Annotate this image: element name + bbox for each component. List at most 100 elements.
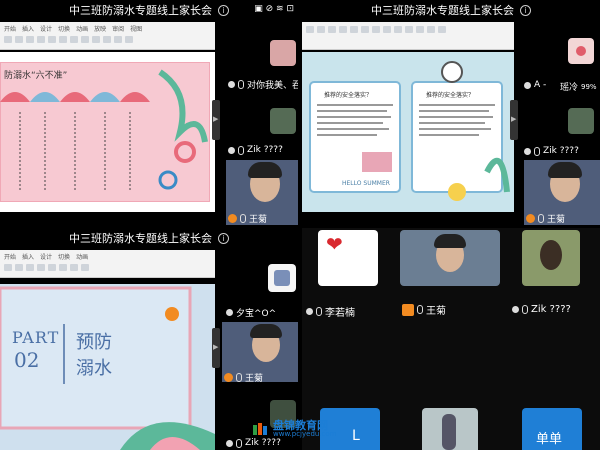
info-icon[interactable]: i [218,232,229,244]
tool-icon[interactable] [438,26,446,33]
participant-tile-blue[interactable]: 单单 [522,408,582,450]
person-icon [526,214,535,223]
participant-name: Zik ???? [531,304,571,315]
tool-icon[interactable] [15,264,23,271]
tool-icon[interactable] [103,36,111,43]
side-panel-toggle[interactable] [212,100,220,140]
participant-avatar [568,38,594,64]
participant-name: Zik ???? [543,146,579,156]
tool-icon[interactable] [70,36,78,43]
participant-name-tag: Zik ???? [226,438,281,448]
site-watermark: 盘锦教育网 www.pcjyedu.com [252,420,337,438]
tool-icon[interactable] [59,36,67,43]
info-icon[interactable]: i [520,4,531,16]
participant-name: 王菊 [426,306,446,317]
participant-name: 王菊 [547,215,566,225]
menu-item[interactable]: 设计 [40,252,52,261]
tool-icon[interactable] [394,26,402,33]
heart-icon: ❤ [326,232,343,256]
participant-name-tag: 王菊 [402,302,446,317]
tool-icon[interactable] [70,264,78,271]
video-name-tag: 王菊 [228,212,267,225]
tool-icon[interactable] [427,26,435,33]
menu-item[interactable]: 动画 [76,252,88,261]
person-icon [524,147,531,155]
tool-icon[interactable] [361,26,369,33]
tool-icon[interactable] [372,26,380,33]
tool-icon[interactable] [328,26,336,33]
menu-item[interactable]: 设计 [40,24,52,33]
mic-icon [236,438,242,448]
participant-name-tag: 夕宝^O^ [226,306,276,319]
tool-icon[interactable] [15,36,23,43]
wps-tool-row [0,35,215,44]
tool-icon[interactable] [416,26,424,33]
menu-item[interactable]: 视图 [130,24,142,33]
participant-name: A - [534,80,547,90]
tool-icon[interactable] [4,264,12,271]
person-icon [512,306,519,313]
tool-icon[interactable] [339,26,347,33]
participant-name: 对你我美、吞回礼貌 [247,81,298,91]
wps-tool-row [302,22,514,34]
tool-icon[interactable] [26,264,34,271]
person-icon [524,81,531,89]
menu-item[interactable]: 插入 [22,252,34,261]
participant-tile-video[interactable] [400,230,500,286]
tool-icon[interactable] [4,36,12,43]
slide-heading-line-1: 预防 [76,332,112,353]
meeting-panel-bottom-right: ❤ 李若楠 王菊 Zik ???? L 单单 [302,228,600,450]
participant-name: 王菊 [249,215,268,225]
mic-icon [522,305,528,314]
participant-tile-heart[interactable]: ❤ [318,230,378,286]
person-icon [402,303,414,316]
tool-icon[interactable] [48,36,56,43]
mic-icon [238,80,244,89]
tool-icon[interactable] [125,36,133,43]
participant-name-tag: Zik ???? [228,145,283,155]
tool-icon[interactable] [48,264,56,271]
menu-item[interactable]: 放映 [94,24,106,33]
menu-item[interactable]: 插入 [22,24,34,33]
menu-item[interactable]: 切换 [58,24,70,33]
participant-name-tag: 瑶冷 99% [560,80,597,94]
tool-icon[interactable] [37,36,45,43]
participant-extra: 99% [581,82,597,91]
mic-icon [538,214,544,223]
tool-icon[interactable] [59,264,67,271]
tool-icon[interactable] [317,26,325,33]
person-icon [228,146,235,154]
tool-icon[interactable] [114,36,122,43]
info-icon[interactable]: i [218,4,229,16]
watermark-url: www.pcjyedu.com [273,430,337,438]
tool-icon[interactable] [92,36,100,43]
shared-slide-rules: 防溺水“六不准” [0,52,215,212]
status-icons: ▣ ⊘ ≋ ⊡ [254,4,294,14]
tool-icon[interactable] [37,264,45,271]
tool-icon[interactable] [26,36,34,43]
participant-name: Zik ???? [245,438,281,448]
part-label: PART [12,328,60,347]
mic-icon [417,305,423,314]
tool-icon[interactable] [383,26,391,33]
participant-tile-photo[interactable] [422,408,478,450]
participant-name-tag: Zik ???? [512,304,571,315]
menu-item[interactable]: 开始 [4,252,16,261]
tool-icon[interactable] [405,26,413,33]
menu-item[interactable]: 开始 [4,24,16,33]
participant-avatar [568,108,594,134]
wps-menu-bar: 开始 插入 设计 切换 动画 放映 审阅 视图 [0,22,215,35]
part-number: 02 [14,348,40,372]
tool-icon[interactable] [81,264,89,271]
menu-item[interactable]: 切换 [58,252,70,261]
tool-icon[interactable] [81,36,89,43]
menu-item[interactable]: 审阅 [112,24,124,33]
menu-item[interactable]: 动画 [76,24,88,33]
side-panel-toggle[interactable] [510,100,518,140]
tool-icon[interactable] [350,26,358,33]
tool-icon[interactable] [306,26,314,33]
side-panel-toggle[interactable] [212,328,220,368]
mic-icon [240,214,246,223]
participant-tile-avatar[interactable] [522,230,580,286]
tile-letter: L [352,428,360,444]
